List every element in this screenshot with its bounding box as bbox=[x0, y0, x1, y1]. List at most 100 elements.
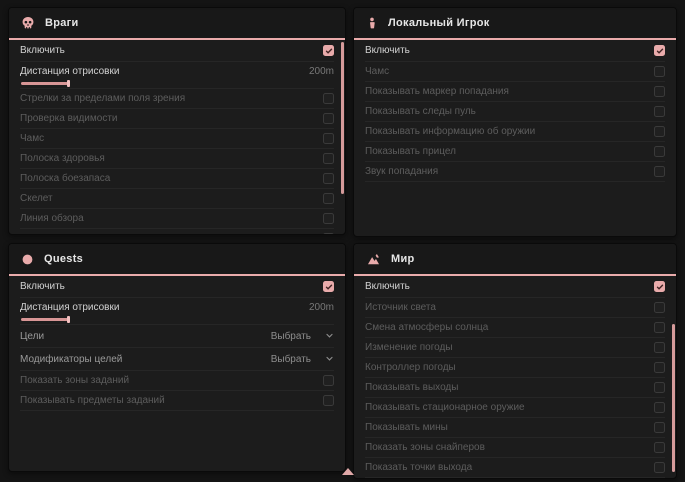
checkbox[interactable] bbox=[654, 462, 665, 473]
setting-label: Показывать следы пуль bbox=[20, 233, 131, 235]
select-value: Выбрать bbox=[271, 354, 311, 365]
setting-label: Включить bbox=[365, 281, 410, 292]
checkbox[interactable] bbox=[654, 166, 665, 177]
toggle-row[interactable]: Полоска боезапаса bbox=[20, 169, 334, 189]
toggle-row[interactable]: Контроллер погоды bbox=[365, 358, 665, 378]
setting-label: Чамс bbox=[365, 66, 389, 77]
scrollbar[interactable] bbox=[341, 42, 344, 194]
checkbox[interactable] bbox=[323, 93, 334, 104]
panel-quests-body: ВключитьДистанция отрисовки200mЦелиВыбра… bbox=[9, 276, 345, 411]
select-control[interactable]: Выбрать bbox=[271, 327, 334, 345]
slider-value: 200m bbox=[309, 66, 334, 77]
slider-row[interactable]: Дистанция отрисовки200m bbox=[20, 62, 334, 89]
checkbox[interactable] bbox=[654, 422, 665, 433]
select-row[interactable]: Модификаторы целейВыбрать bbox=[20, 348, 334, 371]
checkbox[interactable] bbox=[323, 375, 334, 386]
panel-quests-header[interactable]: Quests bbox=[9, 244, 345, 276]
checkbox[interactable] bbox=[323, 193, 334, 204]
toggle-row[interactable]: Стрелки за пределами поля зрения bbox=[20, 89, 334, 109]
checkbox[interactable] bbox=[654, 126, 665, 137]
panel-world-body: Включить Источник светаСмена атмосферы со… bbox=[354, 276, 676, 478]
checkbox[interactable] bbox=[654, 362, 665, 373]
checkbox[interactable] bbox=[654, 45, 665, 56]
setting-label: Изменение погоды bbox=[365, 342, 453, 353]
setting-label: Показывать прицел bbox=[365, 146, 456, 157]
toggle-row[interactable]: Показывать информацию об оружии bbox=[365, 122, 665, 142]
toggle-row[interactable]: Показывать следы пуль bbox=[365, 102, 665, 122]
slider-label-line: Дистанция отрисовки200m bbox=[20, 64, 334, 79]
checkbox[interactable] bbox=[654, 86, 665, 97]
slider-track[interactable] bbox=[20, 80, 334, 88]
checkbox[interactable] bbox=[323, 153, 334, 164]
checkbox[interactable] bbox=[654, 322, 665, 333]
checkbox[interactable] bbox=[323, 173, 334, 184]
toggle-row[interactable]: Источник света bbox=[365, 298, 665, 318]
toggle-row[interactable]: Смена атмосферы солнца bbox=[365, 318, 665, 338]
checkbox[interactable] bbox=[323, 233, 334, 235]
setting-label: Чамс bbox=[20, 133, 44, 144]
toggle-row[interactable]: Скелет bbox=[20, 189, 334, 209]
toggle-row[interactable]: Линия обзора bbox=[20, 209, 334, 229]
skull-icon bbox=[21, 16, 35, 30]
setting-label: Показать зоны снайперов bbox=[365, 442, 485, 453]
setting-label: Показывать информацию об оружии bbox=[365, 126, 535, 137]
panel-title: Локальный Игрок bbox=[388, 17, 490, 29]
slider-handle[interactable] bbox=[67, 316, 70, 323]
toggle-row[interactable]: Включить bbox=[20, 40, 334, 62]
panel-local-player-header[interactable]: Локальный Игрок bbox=[354, 8, 676, 40]
checkbox[interactable] bbox=[323, 133, 334, 144]
mountain-icon bbox=[366, 253, 381, 266]
panel-world-header[interactable]: Мир bbox=[354, 244, 676, 276]
checkbox[interactable] bbox=[323, 395, 334, 406]
toggle-row[interactable]: Полоска здоровья bbox=[20, 149, 334, 169]
toggle-row[interactable]: Показать зоны заданий bbox=[20, 371, 334, 391]
resize-handle[interactable] bbox=[342, 468, 354, 475]
toggle-row[interactable]: Показывать мины bbox=[365, 418, 665, 438]
toggle-row[interactable]: Показывать маркер попадания bbox=[365, 82, 665, 102]
slider-track[interactable] bbox=[20, 316, 334, 324]
panel-enemies: Враги Включить Дистанция отрисовки200m Стр… bbox=[8, 7, 346, 235]
toggle-row[interactable]: Включить bbox=[365, 40, 665, 62]
slider-row[interactable]: Дистанция отрисовки200m bbox=[20, 298, 334, 325]
setting-label: Показывать стационарное оружие bbox=[365, 402, 525, 413]
panel-quests: Quests ВключитьДистанция отрисовки200mЦе… bbox=[8, 243, 346, 472]
slider-handle[interactable] bbox=[67, 80, 70, 87]
toggle-row[interactable]: Изменение погоды bbox=[365, 338, 665, 358]
toggle-row[interactable]: Показать зоны снайперов bbox=[365, 438, 665, 458]
checkbox[interactable] bbox=[654, 106, 665, 117]
checkbox[interactable] bbox=[654, 442, 665, 453]
toggle-row[interactable]: Чамс bbox=[20, 129, 334, 149]
checkbox[interactable] bbox=[323, 45, 334, 56]
panel-enemies-header[interactable]: Враги bbox=[9, 8, 345, 40]
toggle-row[interactable]: Показывать стационарное оружие bbox=[365, 398, 665, 418]
toggle-row[interactable]: Чамс bbox=[365, 62, 665, 82]
setting-label: Скелет bbox=[20, 193, 53, 204]
toggle-row[interactable]: Показывать прицел bbox=[365, 142, 665, 162]
scrollbar[interactable] bbox=[672, 324, 675, 472]
toggle-row[interactable]: Показывать следы пуль bbox=[20, 229, 334, 235]
checkbox[interactable] bbox=[654, 382, 665, 393]
checkbox[interactable] bbox=[654, 402, 665, 413]
toggle-row[interactable]: Показывать предметы заданий bbox=[20, 391, 334, 411]
checkbox[interactable] bbox=[654, 66, 665, 77]
checkbox[interactable] bbox=[654, 302, 665, 313]
checkbox[interactable] bbox=[323, 213, 334, 224]
chevron-down-icon bbox=[325, 327, 334, 345]
toggle-row[interactable]: Включить bbox=[20, 276, 334, 298]
checkbox[interactable] bbox=[323, 281, 334, 292]
select-control[interactable]: Выбрать bbox=[271, 350, 334, 368]
slider-value: 200m bbox=[309, 302, 334, 313]
panel-title: Мир bbox=[391, 253, 415, 265]
toggle-row[interactable]: Звук попадания bbox=[365, 162, 665, 182]
checkbox[interactable] bbox=[323, 113, 334, 124]
toggle-row[interactable]: Показывать выходы bbox=[365, 378, 665, 398]
setting-label: Полоска здоровья bbox=[20, 153, 105, 164]
checkbox[interactable] bbox=[654, 342, 665, 353]
checkbox[interactable] bbox=[654, 281, 665, 292]
toggle-row[interactable]: Включить bbox=[365, 276, 665, 298]
select-row[interactable]: ЦелиВыбрать bbox=[20, 325, 334, 348]
setting-label: Полоска боезапаса bbox=[20, 173, 110, 184]
toggle-row[interactable]: Показать точки выхода bbox=[365, 458, 665, 478]
toggle-row[interactable]: Проверка видимости bbox=[20, 109, 334, 129]
checkbox[interactable] bbox=[654, 146, 665, 157]
